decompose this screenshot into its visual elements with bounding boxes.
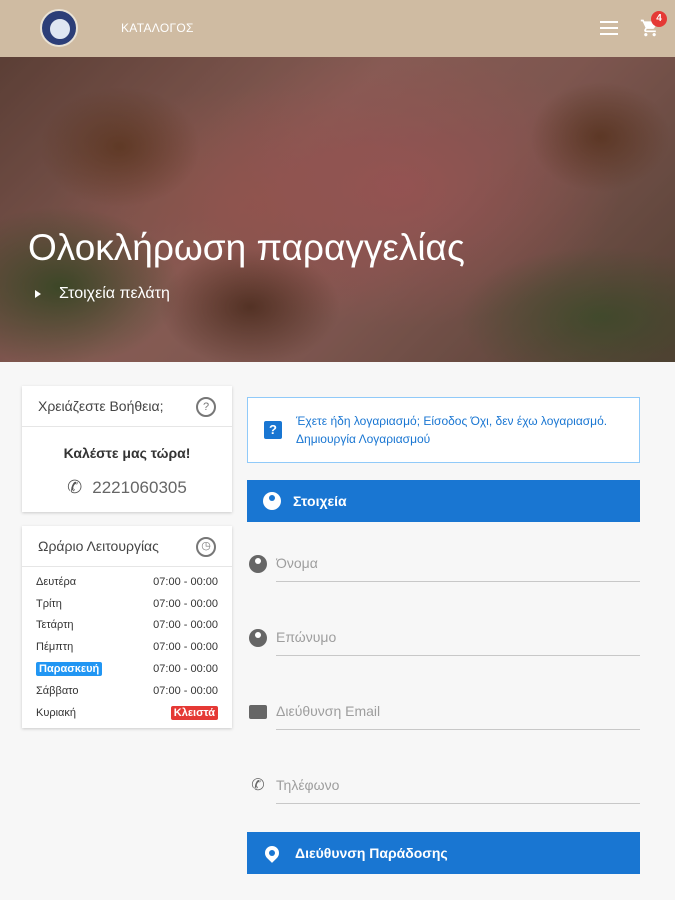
last-name-input[interactable] — [276, 619, 640, 656]
day-label: Τρίτη — [36, 597, 62, 610]
phone-field: ✆ — [247, 767, 640, 807]
person-icon — [249, 629, 267, 647]
day-label: Πέμπτη — [36, 641, 74, 654]
phone-number: 2221060305 — [92, 477, 187, 497]
logo[interactable] — [40, 9, 78, 47]
phone-icon: ✆ — [251, 777, 265, 794]
hours-row: Σάββατο 07:00 - 00:00 — [36, 680, 218, 702]
time-label: 07:00 - 00:00 — [153, 641, 218, 654]
opening-hours-card: Ωράριο Λειτουργίας ◷ Δευτέρα 07:00 - 00:0… — [22, 526, 232, 728]
clock-icon: ◷ — [196, 537, 216, 557]
delivery-address-section-header: Διεύθυνση Παράδοσης — [247, 832, 640, 874]
day-label: Τετάρτη — [36, 619, 74, 632]
catalog-link[interactable]: ΚΑΤΑΛΟΓΟΣ — [121, 21, 194, 35]
cart-count-badge: 4 — [651, 11, 667, 27]
details-section-title: Στοιχεία — [293, 493, 347, 509]
day-label: Δευτέρα — [36, 575, 77, 588]
person-icon — [249, 555, 267, 573]
phone-link[interactable]: ✆ 2221060305 — [22, 477, 232, 498]
hours-row: Τετάρτη 07:00 - 00:00 — [36, 615, 218, 637]
closed-badge: Κλειστά — [170, 705, 218, 720]
phone-input[interactable] — [276, 767, 640, 804]
hours-list: Δευτέρα 07:00 - 00:00 Τρίτη 07:00 - 00:00 … — [22, 567, 232, 724]
page-title: Ολοκλήρωση παραγγελίας — [28, 227, 465, 268]
time-label: 07:00 - 00:00 — [153, 684, 218, 697]
breadcrumb-item: Στοιχεία πελάτη — [59, 285, 170, 302]
time-label: 07:00 - 00:00 — [153, 597, 218, 610]
time-label: 07:00 - 00:00 — [153, 663, 218, 676]
mail-icon — [249, 705, 267, 719]
hours-card-title: Ωράριο Λειτουργίας — [38, 538, 159, 554]
day-label: Κυριακή — [36, 706, 77, 719]
help-card-title: Χρειάζεστε Βοήθεια; — [38, 398, 164, 414]
email-input[interactable] — [276, 693, 640, 730]
phone-icon: ✆ — [67, 477, 83, 497]
delivery-address-title: Διεύθυνση Παράδοσης — [295, 845, 448, 861]
hours-card-header: Ωράριο Λειτουργίας ◷ — [22, 526, 232, 567]
hours-row: Δευτέρα 07:00 - 00:00 — [36, 571, 218, 593]
time-label: 07:00 - 00:00 — [153, 575, 218, 588]
last-name-field — [247, 619, 640, 659]
hero-banner: Ολοκλήρωση παραγγελίας Στοιχεία πελάτη — [0, 57, 675, 362]
first-name-input[interactable] — [276, 545, 640, 582]
hours-row: Κυριακή Κλειστά — [36, 702, 218, 724]
help-card: Χρειάζεστε Βοήθεια; ? Καλέστε μας τώρα! … — [22, 386, 232, 512]
hours-row: Παρασκευή 07:00 - 00:00 — [36, 658, 218, 680]
login-links[interactable]: Έχετε ήδη λογαριασμό; Είσοδος Όχι, δεν έ… — [296, 412, 616, 448]
question-icon: ? — [264, 421, 282, 439]
top-bar: ΚΑΤΑΛΟΓΟΣ 4 — [0, 0, 675, 57]
call-now-text: Καλέστε μας τώρα! — [63, 445, 191, 461]
help-card-header: Χρειάζεστε Βοήθεια; ? — [22, 386, 232, 427]
hours-row: Πέμπτη 07:00 - 00:00 — [36, 636, 218, 658]
menu-icon[interactable] — [600, 21, 618, 35]
time-label: 07:00 - 00:00 — [153, 619, 218, 632]
email-field — [247, 693, 640, 733]
login-notice: ? Έχετε ήδη λογαριασμό; Είσοδος Όχι, δεν… — [247, 397, 640, 463]
location-pin-icon — [262, 843, 282, 863]
help-icon: ? — [196, 397, 216, 417]
breadcrumb: Στοιχεία πελάτη — [35, 285, 170, 303]
chevron-right-icon — [35, 290, 41, 298]
day-label: Σάββατο — [36, 684, 79, 697]
account-icon — [263, 492, 281, 510]
details-section-header: Στοιχεία — [247, 480, 640, 522]
today-day-badge: Παρασκευή — [36, 662, 103, 677]
first-name-field — [247, 545, 640, 585]
hours-row: Τρίτη 07:00 - 00:00 — [36, 593, 218, 615]
